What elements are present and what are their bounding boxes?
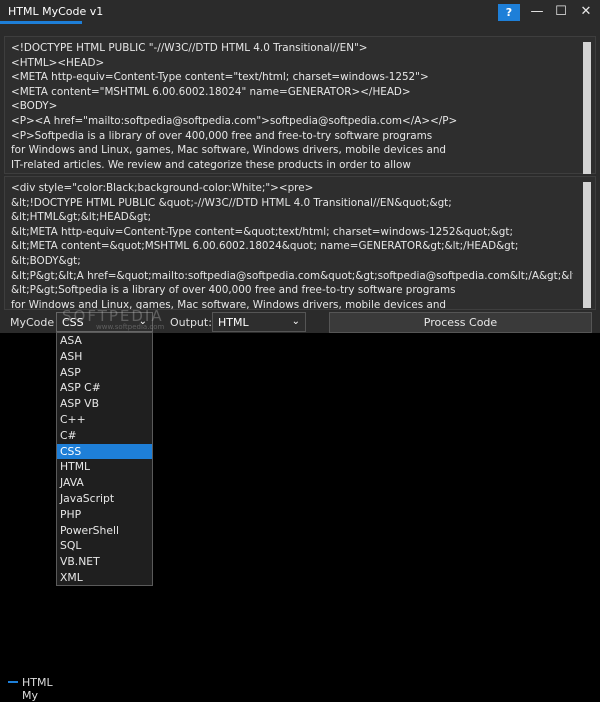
mycode-label: MyCode: [10, 316, 55, 329]
dropdown-option[interactable]: PowerShell: [57, 523, 152, 539]
chevron-down-icon: ⌄: [138, 316, 147, 327]
code-line: for Windows and Linux, games, Mac softwa…: [11, 298, 447, 309]
dropdown-option[interactable]: CSS: [57, 443, 152, 460]
mycode-select[interactable]: CSS ⌄: [56, 312, 153, 332]
input-code-editor[interactable]: <!DOCTYPE HTML PUBLIC "-//W3C//DTD HTML …: [4, 36, 596, 174]
taskbar-item-label: HTML My: [22, 676, 53, 702]
code-line: &lt;HTML&gt;&lt;HEAD&gt;: [11, 211, 152, 224]
window-title: HTML MyCode v1: [8, 5, 104, 18]
main-window: HTML MyCode v1 ? — ☐ ✕ <!DOCTYPE HTML PU…: [0, 0, 600, 333]
output-scrollbar[interactable]: [582, 180, 592, 308]
dropdown-option[interactable]: ASP VB: [57, 396, 152, 412]
dropdown-option[interactable]: SQL: [57, 538, 152, 554]
output-select-value: HTML: [218, 316, 249, 329]
output-label: Output:: [170, 316, 212, 329]
input-scrollbar-thumb[interactable]: [583, 42, 591, 174]
code-line: <META http-equiv=Content-Type content="t…: [11, 71, 429, 84]
mycode-dropdown-list[interactable]: ASA ASH ASP ASP C# ASP VB C++ C# CSS HTML JAVA Jav…: [56, 332, 153, 586]
code-line: &lt;META content=&quot;MSHTML 6.00.6002.…: [11, 240, 519, 253]
code-line: &lt;P&gt;Softpedia is a library of over …: [11, 284, 456, 297]
code-line: <div style="color:Black;background-color…: [11, 182, 314, 194]
dropdown-option[interactable]: HTML: [57, 459, 152, 475]
code-line: the visitor/user to find the exact produ…: [11, 172, 573, 173]
code-line: <P><A href="mailto:softpedia@softpedia.c…: [11, 114, 458, 127]
close-button[interactable]: ✕: [575, 3, 597, 21]
code-line: <!DOCTYPE HTML PUBLIC "-//W3C//DTD HTML …: [11, 42, 368, 54]
output-scrollbar-thumb[interactable]: [583, 182, 591, 308]
dropdown-option[interactable]: ASA: [57, 333, 152, 349]
maximize-button[interactable]: ☐: [550, 3, 572, 21]
dropdown-option[interactable]: ASP: [57, 365, 152, 381]
dropdown-option[interactable]: PHP: [57, 507, 152, 523]
code-line: <BODY>: [11, 100, 58, 113]
input-scrollbar[interactable]: [582, 40, 592, 174]
dropdown-option[interactable]: ASH: [57, 349, 152, 365]
output-code-text[interactable]: <div style="color:Black;background-color…: [11, 181, 573, 309]
dropdown-option[interactable]: JavaScript: [57, 491, 152, 507]
code-line: &lt;BODY&gt;: [11, 254, 81, 267]
code-line: <META content="MSHTML 6.00.6002.18024" n…: [11, 85, 411, 98]
code-line: <P>Softpedia is a library of over 400,00…: [11, 129, 433, 142]
output-code-editor[interactable]: <div style="color:Black;background-color…: [4, 176, 596, 310]
process-code-button[interactable]: Process Code: [329, 312, 592, 333]
mycode-select-value: CSS: [62, 316, 84, 329]
code-line: &lt;META http-equiv=Content-Type content…: [11, 225, 513, 238]
dropdown-option[interactable]: C++: [57, 412, 152, 428]
output-select[interactable]: HTML ⌄: [212, 312, 306, 332]
input-code-text[interactable]: <!DOCTYPE HTML PUBLIC "-//W3C//DTD HTML …: [11, 41, 573, 173]
help-button[interactable]: ?: [498, 4, 520, 21]
code-line: for Windows and Linux, games, Mac softwa…: [11, 144, 447, 157]
title-bar[interactable]: HTML MyCode v1 ? — ☐ ✕: [0, 0, 600, 24]
dropdown-option[interactable]: ASP C#: [57, 380, 152, 396]
code-line: &lt;!DOCTYPE HTML PUBLIC &quot;-//W3C//D…: [11, 196, 452, 209]
code-line: <HTML><HEAD>: [11, 56, 105, 69]
title-accent-line: [0, 21, 82, 24]
code-line: IT-related articles. We review and categ…: [11, 158, 411, 171]
code-line: &lt;P&gt;&lt;A href=&quot;mailto:softped…: [11, 269, 573, 282]
minimize-button[interactable]: —: [526, 3, 548, 21]
dropdown-option[interactable]: C#: [57, 428, 152, 444]
dropdown-option[interactable]: JAVA: [57, 475, 152, 491]
taskbar-accent: [8, 681, 18, 683]
chevron-down-icon: ⌄: [291, 316, 300, 327]
dropdown-option[interactable]: VB.NET: [57, 554, 152, 570]
dropdown-option[interactable]: XML: [57, 570, 152, 585]
